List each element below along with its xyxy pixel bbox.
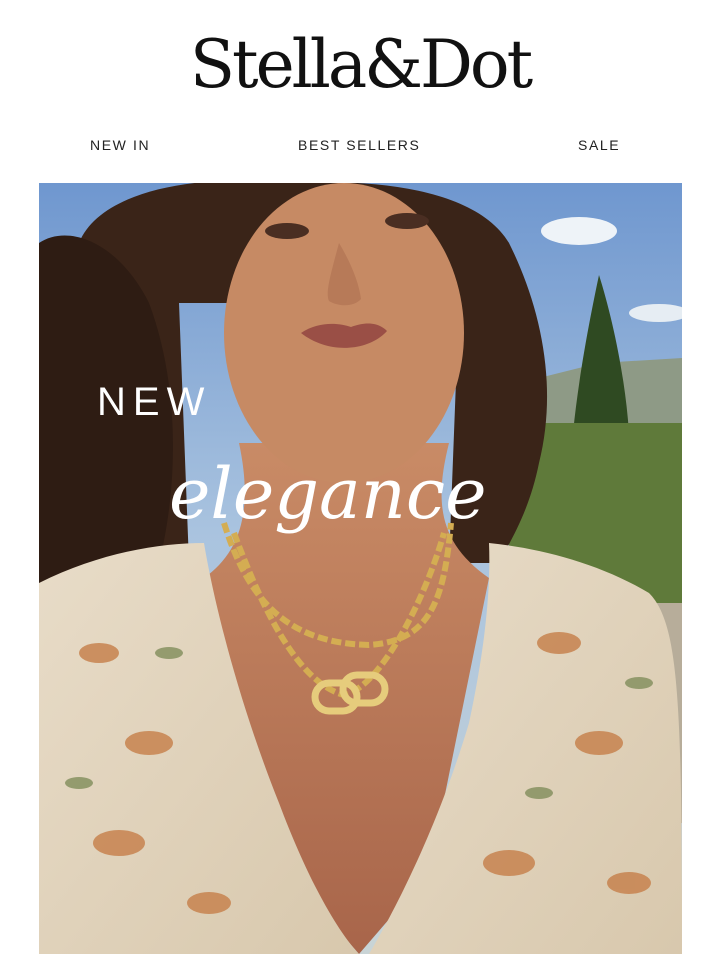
hero-headline-elegance: elegance xyxy=(169,453,487,535)
email-header: Stella&Dot NEW IN BEST SELLERS SALE xyxy=(0,0,720,180)
eye-left xyxy=(265,223,309,239)
nav-link-best-sellers[interactable]: BEST SELLERS xyxy=(298,134,420,156)
eye-right xyxy=(385,213,429,229)
cloud xyxy=(541,217,617,245)
brand-logo[interactable]: Stella&Dot xyxy=(0,22,720,108)
hero-banner[interactable]: NEW elegance xyxy=(39,183,682,954)
nav-link-sale[interactable]: SALE xyxy=(578,134,620,156)
hero-headline-new: NEW xyxy=(97,380,212,424)
nav-link-new-in[interactable]: NEW IN xyxy=(90,134,150,156)
hero-image xyxy=(39,183,682,954)
